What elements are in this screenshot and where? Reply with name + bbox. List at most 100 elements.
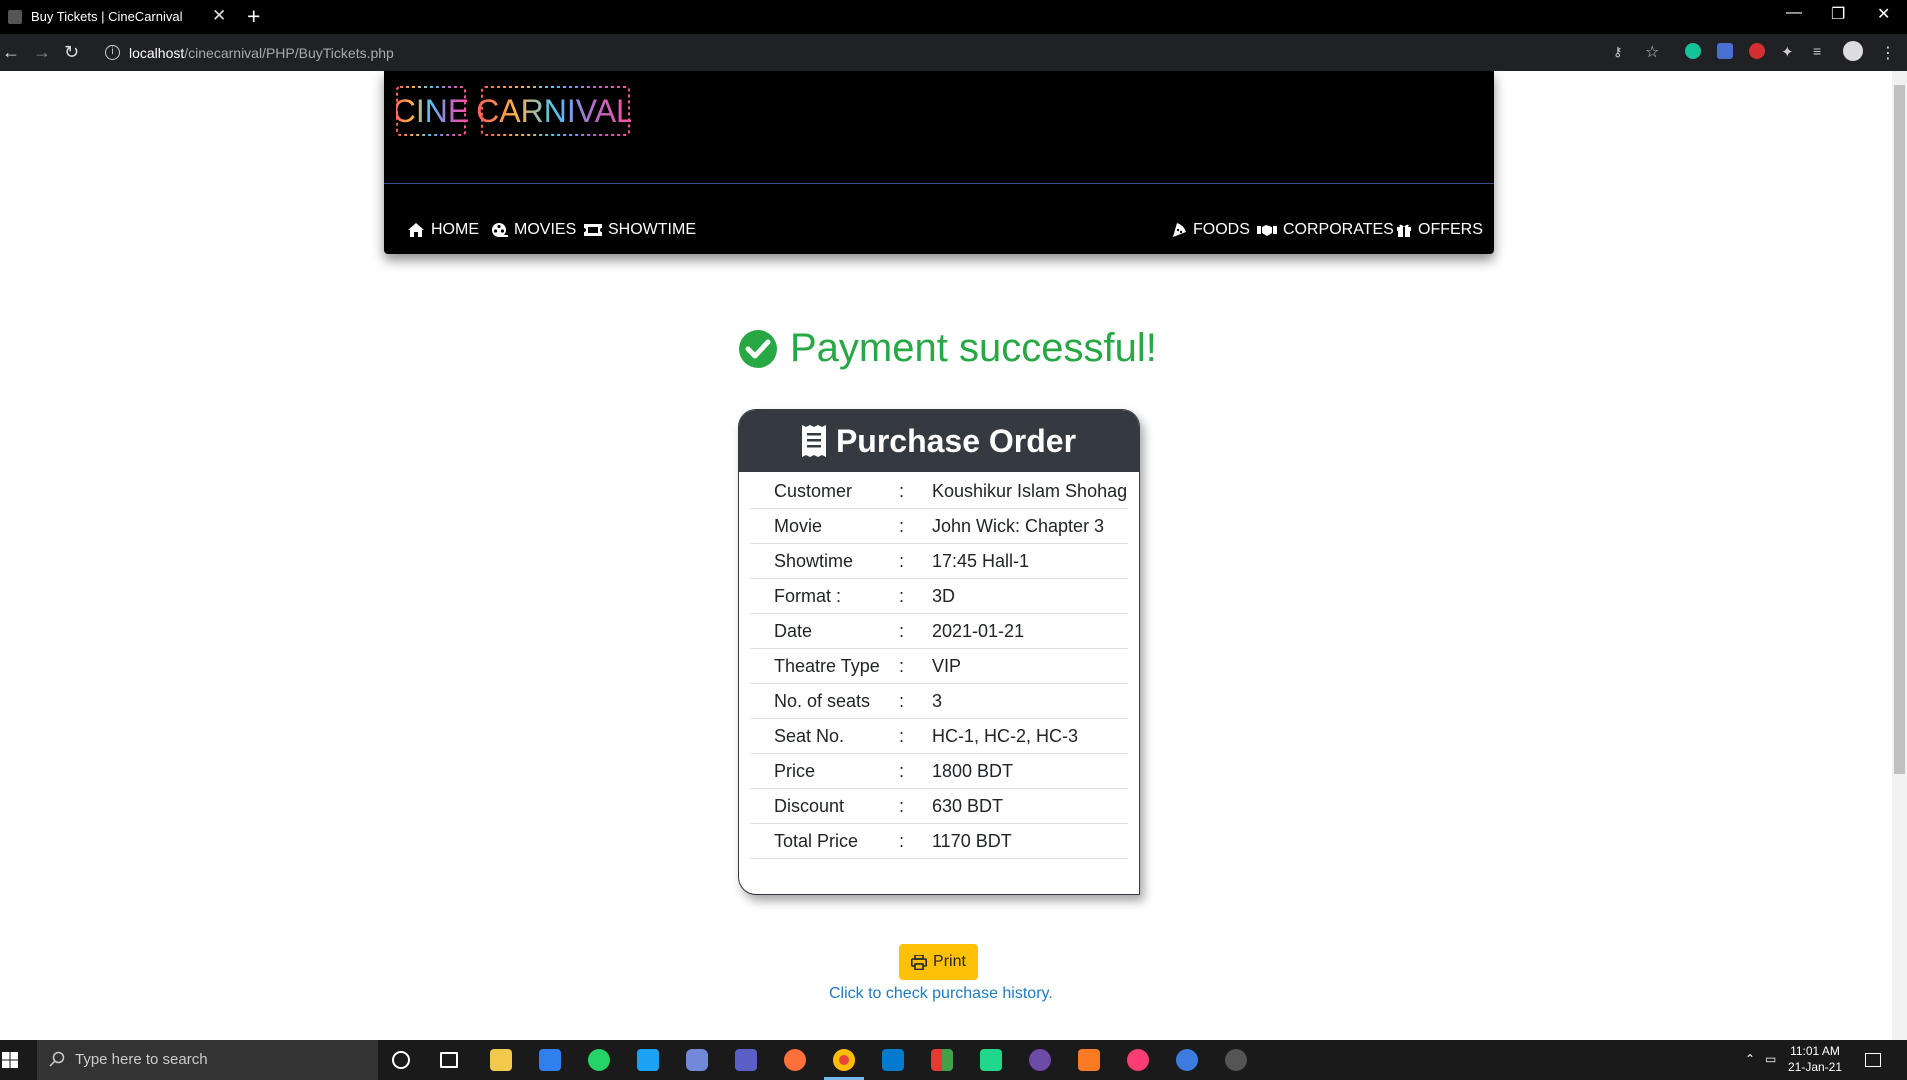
table-row: Total Price: 1170 BDT: [750, 824, 1128, 859]
app-purple-icon[interactable]: [1029, 1049, 1051, 1071]
row-value: 1170 BDT: [932, 831, 1012, 851]
reload-icon[interactable]: ↻: [64, 42, 79, 62]
row-label: Price: [774, 761, 816, 781]
row-separator: :: [899, 726, 905, 746]
row-separator: :: [899, 831, 905, 851]
extensions-puzzle-icon[interactable]: ✦: [1781, 43, 1797, 61]
nav-showtime-label: SHOWTIME: [608, 221, 696, 238]
grammarly-extension-icon[interactable]: [1685, 43, 1701, 59]
row-value: 3D: [932, 586, 956, 606]
forward-icon[interactable]: →: [33, 42, 51, 62]
nav-home[interactable]: HOME: [407, 221, 479, 239]
chrome-icon[interactable]: [833, 1049, 855, 1071]
itunes-icon[interactable]: [1127, 1049, 1149, 1071]
teams-icon[interactable]: [735, 1049, 757, 1071]
url-text: localhost/cinecarnival/PHP/BuyTickets.ph…: [129, 45, 394, 61]
twitter-icon[interactable]: [637, 1049, 659, 1071]
back-icon[interactable]: ←: [2, 42, 20, 62]
row-separator: :: [899, 586, 905, 606]
close-tab-icon[interactable]: ✕: [212, 6, 226, 26]
page-scrollbar[interactable]: [1892, 71, 1907, 1040]
header-divider: [384, 183, 1494, 184]
nav-showtime[interactable]: SHOWTIME: [584, 221, 696, 239]
site-info-icon[interactable]: i: [105, 45, 120, 60]
close-window-icon[interactable]: ✕: [1877, 4, 1890, 24]
check-circle-icon: [739, 329, 777, 368]
minimize-icon[interactable]: —: [1786, 4, 1802, 22]
app-bug-icon[interactable]: [1225, 1049, 1247, 1071]
clock-date: 21-Jan-21: [1787, 1060, 1843, 1074]
new-tab-icon[interactable]: +: [247, 3, 260, 29]
row-label: Discount: [774, 796, 845, 816]
row-value: 1800 BDT: [932, 761, 1014, 781]
cortana-icon[interactable]: [392, 1051, 410, 1069]
table-row: Showtime: 17:45 Hall-1: [750, 544, 1128, 579]
nav-foods[interactable]: FOODS: [1171, 221, 1250, 239]
nav-corporates[interactable]: CORPORATES: [1257, 221, 1394, 239]
network-icon[interactable]: ▭: [1765, 1052, 1776, 1066]
gift-icon: [1397, 224, 1411, 237]
vscode-icon[interactable]: [882, 1049, 904, 1071]
row-value: HC-1, HC-2, HC-3: [932, 726, 1079, 746]
row-separator: :: [899, 481, 905, 501]
xampp-icon[interactable]: [1078, 1049, 1100, 1071]
restore-icon[interactable]: ❐: [1831, 4, 1845, 24]
row-label: Customer: [774, 481, 853, 501]
payment-success-banner: Payment successful!: [738, 326, 1157, 371]
row-value: 2021-01-21: [932, 621, 1025, 641]
windows-taskbar: Type here to search ⌃ ▭ 11:01 AM 21-Jan-…: [0, 1040, 1907, 1080]
whatsapp-icon[interactable]: [588, 1049, 610, 1071]
app-grid-icon[interactable]: [931, 1049, 953, 1071]
bookmark-star-icon[interactable]: ☆: [1645, 42, 1661, 61]
nav-corporates-label: CORPORATES: [1283, 221, 1394, 238]
site-favicon-icon: [8, 10, 22, 24]
nav-movies[interactable]: MOVIES: [491, 221, 576, 239]
ticket-icon: [584, 224, 602, 236]
cinecarnival-logo[interactable]: CINE CARNIVAL: [396, 85, 631, 137]
print-button[interactable]: Print: [899, 944, 978, 980]
nav-home-label: HOME: [431, 221, 479, 238]
file-explorer-icon[interactable]: [490, 1049, 512, 1071]
taskbar-search-box[interactable]: Type here to search: [37, 1040, 378, 1080]
table-row: Discount: 630 BDT: [750, 789, 1128, 824]
task-view-icon[interactable]: [440, 1052, 458, 1068]
order-details-table: Customer: Koushikur Islam Shohag Movie: Jo…: [750, 474, 1128, 859]
scrollbar-thumb[interactable]: [1894, 85, 1905, 774]
table-row: Price: 1800 BDT: [750, 754, 1128, 789]
nav-offers[interactable]: OFFERS: [1396, 221, 1483, 239]
pycharm-icon[interactable]: [980, 1049, 1002, 1071]
row-value: Koushikur Islam Shohag: [932, 481, 1128, 501]
table-row: Seat No.: HC-1, HC-2, HC-3: [750, 719, 1128, 754]
browser-tab[interactable]: Buy Tickets | CineCarnival ✕: [0, 0, 235, 34]
media-control-icon[interactable]: ≡: [1813, 43, 1829, 59]
qbittorrent-icon[interactable]: [1176, 1049, 1198, 1071]
pizza-icon: [1173, 223, 1186, 237]
translate-extension-icon[interactable]: [1717, 43, 1733, 59]
row-label: Seat No.: [774, 726, 845, 746]
home-icon: [408, 223, 424, 237]
discord-icon[interactable]: [686, 1049, 708, 1071]
row-label: Theatre Type: [774, 656, 880, 676]
menu-kebab-icon[interactable]: ⋮: [1880, 43, 1896, 62]
site-header: CINE CARNIVAL HOME MOVIES SHOWTIME FOODS…: [384, 71, 1494, 254]
firefox-icon[interactable]: [784, 1049, 806, 1071]
taskbar-clock[interactable]: 11:01 AM 21-Jan-21: [1780, 1043, 1850, 1075]
extension-red-icon[interactable]: [1749, 43, 1765, 59]
table-row: Movie: John Wick: Chapter 3: [750, 509, 1128, 544]
notifications-icon[interactable]: [1865, 1053, 1881, 1067]
row-label: Date: [774, 621, 813, 641]
mail-icon[interactable]: [539, 1049, 561, 1071]
page-viewport: CINE CARNIVAL HOME MOVIES SHOWTIME FOODS…: [0, 71, 1892, 1040]
row-separator: :: [899, 621, 905, 641]
address-bar[interactable]: i localhost/cinecarnival/PHP/BuyTickets.…: [95, 38, 1672, 67]
row-label: Format :: [774, 586, 842, 606]
nav-offers-label: OFFERS: [1418, 221, 1483, 238]
key-icon[interactable]: ⚷: [1613, 44, 1627, 59]
table-row: Date: 2021-01-21: [750, 614, 1128, 649]
windows-start-icon[interactable]: [2, 1052, 18, 1068]
profile-avatar-icon[interactable]: [1843, 41, 1863, 61]
row-label: Showtime: [774, 551, 854, 571]
purchase-history-link[interactable]: Click to check purchase history.: [829, 985, 1053, 1003]
row-value: 3: [932, 691, 943, 711]
tray-chevron-up-icon[interactable]: ⌃: [1745, 1052, 1755, 1066]
